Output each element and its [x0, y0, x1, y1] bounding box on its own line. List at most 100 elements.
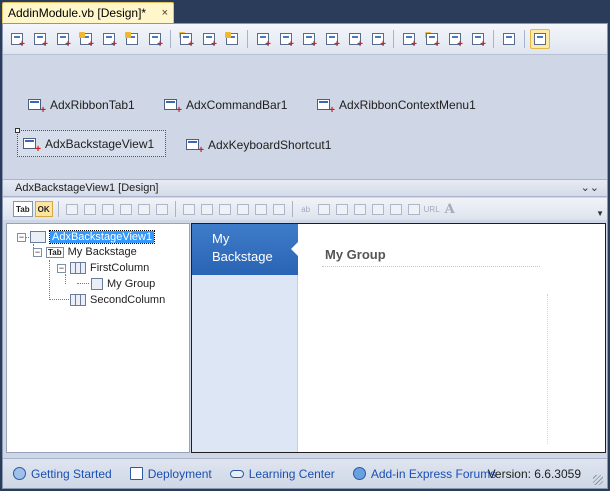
- toolbar-overflow-icon[interactable]: ▼: [596, 209, 604, 218]
- add-split-icon[interactable]: [253, 201, 269, 217]
- deployment-link[interactable]: Deployment: [129, 467, 212, 481]
- add-region-icon[interactable]: [118, 201, 134, 217]
- component-label: AdxRibbonContextMenu1: [339, 98, 476, 112]
- component-tray: + AdxRibbonTab1 + AdxCommandBar1 + AdxRi…: [3, 55, 607, 178]
- tree-node-label: AdxBackstageView1: [48, 230, 156, 244]
- add-checkbox-icon[interactable]: [316, 201, 332, 217]
- backstage-tab-my-backstage[interactable]: My Backstage: [192, 224, 298, 275]
- collapse-toggle[interactable]: −: [57, 263, 66, 273]
- font-icon[interactable]: A: [442, 201, 458, 217]
- document-tab-addinmodule[interactable]: AddinModule.vb [Design]* ×: [2, 2, 174, 23]
- add-dropdown-icon[interactable]: [217, 201, 233, 217]
- add-group-icon[interactable]: [82, 201, 98, 217]
- collapse-toggle[interactable]: −: [33, 247, 42, 257]
- properties-icon[interactable]: [530, 29, 550, 49]
- grid-icon[interactable]: +: [276, 29, 296, 49]
- component-adxbackstageview1[interactable]: + AdxBackstageView1: [15, 128, 166, 157]
- getting-started-link[interactable]: Getting Started: [13, 467, 112, 481]
- add-edit-box-icon[interactable]: ab: [298, 201, 314, 217]
- outlook-icon[interactable]: +: [422, 29, 442, 49]
- add-group-box-icon[interactable]: [271, 201, 287, 217]
- command-bar-icon[interactable]: +: [30, 29, 50, 49]
- designer-header: AdxBackstageView1 [Design] ⌄⌄: [3, 179, 607, 197]
- help-circle-icon: [13, 467, 26, 480]
- add-textbox-icon[interactable]: [334, 201, 350, 217]
- ribbon-tab-icon[interactable]: +: [7, 29, 27, 49]
- add-lines-icon[interactable]: [388, 201, 404, 217]
- tree-node-label: My Backstage: [67, 246, 137, 258]
- component-adxkeyboardshortcut1[interactable]: + AdxKeyboardShortcut1: [181, 133, 336, 157]
- component-label: AdxBackstageView1: [45, 136, 155, 151]
- explorer-bar-icon[interactable]: +: [299, 29, 319, 49]
- resize-grip-icon[interactable]: [593, 475, 603, 485]
- keyboard-shortcut-icon[interactable]: +: [99, 29, 119, 49]
- collapse-icon[interactable]: ⌄⌄: [581, 181, 599, 194]
- toolbar-separator: [57, 201, 59, 217]
- add-combo-icon[interactable]: [406, 201, 422, 217]
- tree-node-adxbackstageview1[interactable]: − AdxBackstageView1: [17, 230, 156, 244]
- add-tab-button[interactable]: Tab: [13, 201, 33, 217]
- backstage-tree: − AdxBackstageView1 − Tab My Backstage −…: [6, 223, 190, 453]
- tree-node-label: SecondColumn: [90, 294, 166, 306]
- backstage-view-icon: [30, 231, 46, 243]
- document-tab-strip: AddinModule.vb [Design]* ×: [0, 0, 610, 23]
- powerpoint-icon[interactable]: +: [445, 29, 465, 49]
- add-menu-icon[interactable]: [235, 201, 251, 217]
- word-icon[interactable]: +: [468, 29, 488, 49]
- keyboard-shortcut-icon: +: [186, 137, 204, 156]
- add-container-icon[interactable]: [154, 201, 170, 217]
- tree-connector: [49, 299, 71, 300]
- add-listbox-icon[interactable]: [370, 201, 386, 217]
- group-title[interactable]: My Group: [325, 247, 386, 262]
- region-icon[interactable]: +: [345, 29, 365, 49]
- designer-title: AdxBackstageView1 [Design]: [15, 182, 159, 194]
- tree-node-firstcolumn[interactable]: − FirstColumn: [57, 261, 149, 275]
- add-item-icon[interactable]: [100, 201, 116, 217]
- tree-node-my-group[interactable]: My Group: [91, 277, 155, 291]
- excel-icon[interactable]: +: [399, 29, 419, 49]
- add-column-icon[interactable]: [64, 201, 80, 217]
- component-adxribboncontextmenu1[interactable]: + AdxRibbonContextMenu1: [312, 93, 481, 117]
- shape-icon[interactable]: +: [176, 29, 196, 49]
- outlook-bar-icon[interactable]: +: [199, 29, 219, 49]
- component-label: AdxCommandBar1: [186, 98, 288, 112]
- add-label-icon[interactable]: [181, 201, 197, 217]
- dropdown-options-icon[interactable]: [499, 29, 519, 49]
- learning-center-link[interactable]: Learning Center: [229, 467, 335, 481]
- table-icon[interactable]: +: [368, 29, 388, 49]
- component-adxribbontab1[interactable]: + AdxRibbonTab1: [23, 93, 140, 117]
- add-hyperlink-icon[interactable]: URL: [424, 201, 440, 217]
- close-icon[interactable]: ×: [162, 7, 168, 19]
- tree-connector: [49, 260, 50, 300]
- component-adxcommandbar1[interactable]: + AdxCommandBar1: [159, 93, 292, 117]
- context-menu-icon[interactable]: +: [53, 29, 73, 49]
- collapse-toggle[interactable]: −: [17, 232, 26, 242]
- tree-node-my-backstage[interactable]: − Tab My Backstage: [33, 245, 137, 259]
- backstage-nav-pane: My Backstage: [192, 224, 298, 452]
- getting-started-label: Getting Started: [31, 466, 112, 481]
- add-separator-icon[interactable]: [352, 201, 368, 217]
- toolbar-separator: [524, 30, 525, 48]
- event-icon[interactable]: +: [145, 29, 165, 49]
- backstage-icon[interactable]: +: [76, 29, 96, 49]
- forums-link[interactable]: Add-in Express Forums: [352, 467, 496, 481]
- new-component-icon[interactable]: [222, 29, 242, 49]
- tree-connector: [77, 283, 89, 284]
- add-panel-icon[interactable]: [136, 201, 152, 217]
- group-divider: [322, 266, 540, 267]
- context-menu-icon: +: [317, 97, 335, 116]
- inspector-bar-icon[interactable]: +: [322, 29, 342, 49]
- tree-node-secondcolumn[interactable]: SecondColumn: [70, 293, 165, 307]
- add-button-button[interactable]: OK: [34, 201, 53, 217]
- task-pane-icon[interactable]: [122, 29, 142, 49]
- book-icon: [129, 467, 143, 480]
- component-label: AdxKeyboardShortcut1: [208, 138, 332, 152]
- backstage-tab-label-line2: Backstage: [212, 249, 273, 264]
- selection-handle[interactable]: [15, 128, 20, 133]
- toolbar-separator: [291, 201, 293, 217]
- group-icon: [91, 278, 103, 290]
- tree-node-label: FirstColumn: [90, 262, 150, 274]
- add-gallery-icon[interactable]: [199, 201, 215, 217]
- backstage-tab-label-line1: My: [212, 231, 230, 246]
- form-icon[interactable]: +: [253, 29, 273, 49]
